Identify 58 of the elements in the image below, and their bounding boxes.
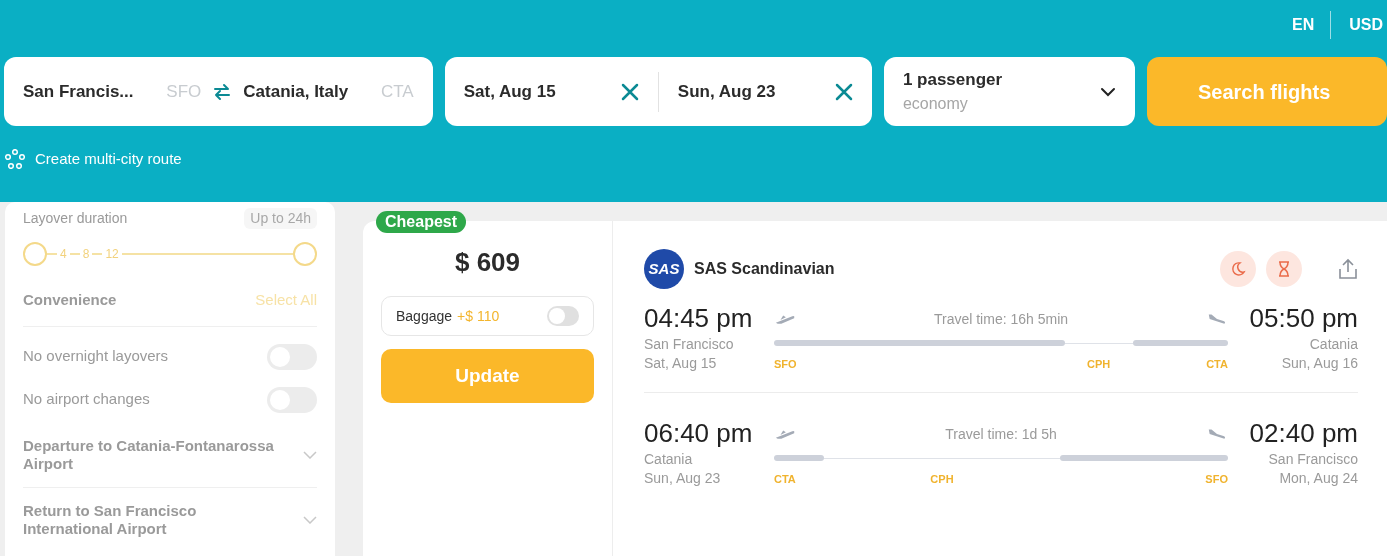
departure-time: 06:40 pm <box>644 417 754 450</box>
departure-time: 04:45 pm <box>644 302 754 335</box>
option-label: No airport changes <box>23 389 150 410</box>
airport-code: CTA <box>1206 357 1228 372</box>
flight-segment <box>774 455 824 461</box>
currency-selector[interactable]: USD <box>1331 13 1383 37</box>
departure-date: Sun, Aug 23 <box>644 469 722 488</box>
departure-city: Catania <box>644 450 694 469</box>
cheapest-badge: Cheapest <box>376 211 467 233</box>
filter-label: Layover duration <box>23 209 128 228</box>
travel-time: Travel time: 16h 5min <box>932 310 1070 329</box>
section-label: Return to San Francisco International Airport <box>23 501 198 538</box>
collapsible-section[interactable]: Departure to Catania-Fontanarossa Airport <box>23 436 317 488</box>
travel-time: Travel time: 1d 5h <box>944 425 1058 444</box>
clear-icon[interactable] <box>620 82 639 101</box>
option-label: No overnight layovers <box>23 346 169 367</box>
date-value[interactable]: Sun, Aug 23 <box>677 78 776 105</box>
airport-code: CPH <box>1086 357 1111 372</box>
language-selector[interactable]: EN <box>1276 13 1331 37</box>
swap-icon[interactable] <box>213 82 232 101</box>
cabin-class: economy <box>902 94 969 115</box>
arrival-city: San Francisco <box>1268 450 1358 469</box>
baggage-toggle[interactable] <box>547 306 579 326</box>
baggage-price: +$ 110 <box>457 306 500 326</box>
origin-city: San Francis... <box>23 80 134 103</box>
filter-value: Up to 24h <box>244 208 317 229</box>
update-button[interactable]: Update <box>381 349 594 403</box>
clear-icon[interactable] <box>834 82 853 101</box>
arrival-date: Mon, Aug 24 <box>1279 469 1358 488</box>
search-flights-button[interactable]: Search flights <box>1147 57 1387 126</box>
departure-city: San Francisco <box>644 335 735 354</box>
baggage-label: Baggage <box>396 306 453 326</box>
airport-code: SFO <box>774 357 797 372</box>
destination-city: Catania, Italy <box>243 80 349 103</box>
section-label: Departure to Catania-Fontanarossa Airport <box>23 436 275 473</box>
collapsible-section[interactable]: Return to San Francisco International Airport <box>23 501 317 538</box>
airline-name: SAS Scandinavian <box>694 259 835 279</box>
passenger-count: 1 passenger <box>902 68 1003 91</box>
night-flight-icon <box>1220 251 1256 287</box>
chevron-down-icon <box>1100 86 1116 97</box>
airport-code: CTA <box>774 472 796 487</box>
arrival-time: 02:40 pm <box>1249 417 1358 450</box>
multi-city-link[interactable]: Create multi-city route <box>35 148 182 171</box>
airport-code: CPH <box>930 472 954 487</box>
arrival-time: 05:50 pm <box>1249 302 1358 335</box>
hourglass-icon <box>1266 251 1302 287</box>
passengers-dropdown[interactable]: 1 passenger economy <box>883 57 1135 126</box>
airport-code: SFO <box>1205 472 1228 487</box>
arrival-date: Sun, Aug 16 <box>1281 354 1358 373</box>
price: $ 609 <box>454 246 521 279</box>
arrival-city: Catania <box>1309 335 1358 354</box>
departure-date: Sat, Aug 15 <box>644 354 718 373</box>
date-value[interactable]: Sat, Aug 15 <box>463 78 556 105</box>
baggage-option[interactable]: Baggage +$ 110 <box>381 296 594 336</box>
share-icon[interactable] <box>1338 258 1358 280</box>
route-nodes-icon <box>5 149 25 170</box>
airline-logo: SAS <box>644 249 684 289</box>
section-title: Convenience <box>23 290 117 310</box>
